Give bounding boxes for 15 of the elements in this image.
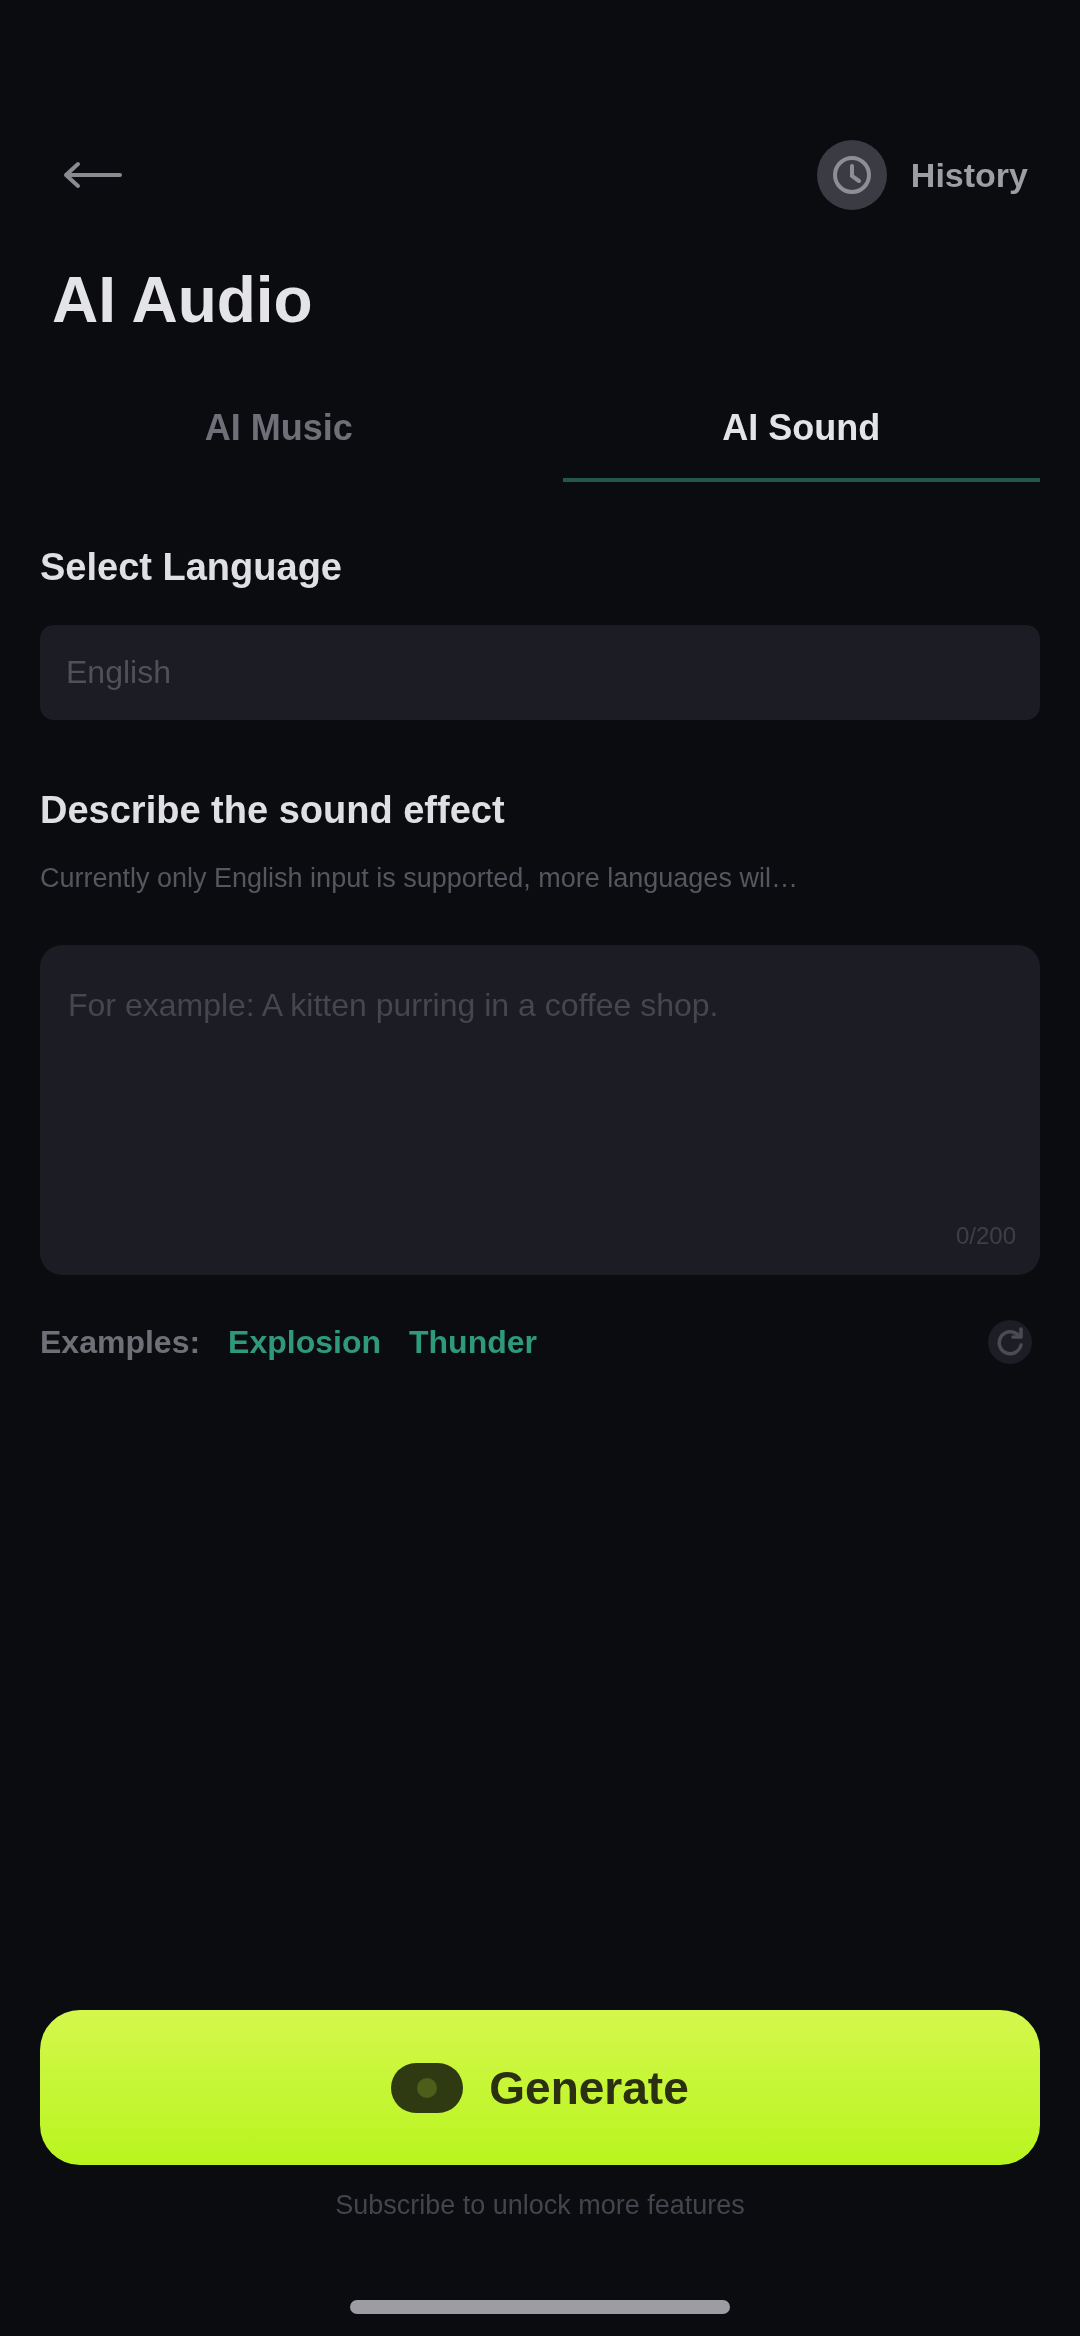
section-label: Describe the sound effect	[40, 788, 506, 833]
history-link[interactable]: History	[910, 155, 1028, 195]
generate-button[interactable]: Generate	[40, 2010, 1040, 2165]
examples-label: Examples:	[40, 1323, 201, 1362]
example-chip[interactable]: Thunder	[409, 1320, 537, 1364]
hint-text: Currently only English input is supported, more languages wil…	[40, 862, 799, 895]
example-chip[interactable]: Explosion	[228, 1320, 381, 1364]
capsule-icon	[391, 2062, 464, 2113]
back-icon[interactable]	[62, 161, 122, 189]
clock-icon[interactable]	[816, 140, 887, 210]
page-title: AI Audio	[52, 263, 313, 338]
section-label: Select Language	[40, 545, 343, 590]
tab[interactable]: AI Music	[40, 384, 518, 482]
tab[interactable]: AI Sound	[562, 384, 1040, 482]
subscribe-note: Subscribe to unlock more features	[334, 2189, 746, 2222]
